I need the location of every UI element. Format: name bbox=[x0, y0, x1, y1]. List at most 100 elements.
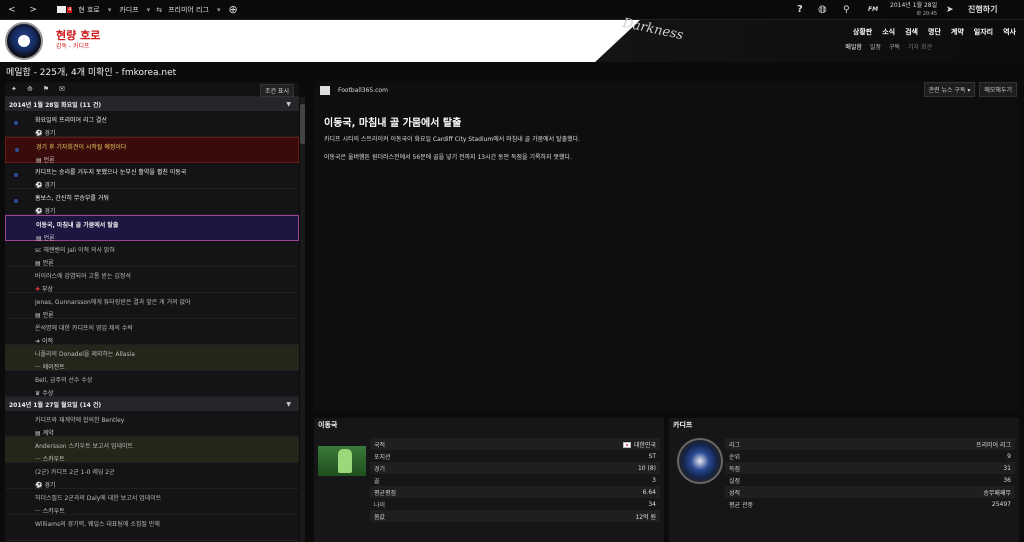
list-item[interactable]: 허더스필드 2군과의 Daly에 대한 보고서 업데이트 ··· 스카우트 bbox=[5, 489, 299, 515]
message-title: Andersson 스카우트 보고서 업데이트 bbox=[35, 443, 134, 450]
message-title: (2군) 카디프 2군 1-0 레딩 2군 bbox=[35, 469, 115, 476]
message-type: ⚽ 경기 bbox=[35, 482, 56, 489]
player-photo[interactable] bbox=[318, 446, 366, 476]
stat-row: 골3 bbox=[374, 476, 656, 485]
list-item[interactable]: Bell, 금주의 선수 수상 ♛ 수상 bbox=[5, 371, 299, 397]
list-item[interactable]: Jenas, Gunnarsson에게 튜터링받은 결과 앞은 게 거의 없어 … bbox=[5, 293, 299, 319]
message-title: 허더스필드 2군과의 Daly에 대한 보고서 업데이트 bbox=[35, 495, 162, 502]
list-item[interactable]: 화요일의 프리미어 리그 결산 ⚽ 경기 bbox=[5, 111, 299, 137]
mark-read-icon[interactable]: ✦ bbox=[11, 85, 17, 93]
nav-news[interactable]: 소식 bbox=[882, 27, 895, 37]
message-type: ··· 스카우트 bbox=[35, 456, 65, 463]
message-type: ··· 스카우트 bbox=[35, 508, 65, 515]
nav-squad[interactable]: 명단 bbox=[928, 27, 941, 37]
stat-row: 나이 34 bbox=[374, 500, 656, 509]
message-title: 나폴리의 Donadel을 제외하는 Allasia bbox=[35, 351, 135, 358]
list-item[interactable]: Andersson 스카우트 보고서 업데이트 ··· 스카우트 bbox=[5, 437, 299, 463]
message-type: ⚽ 경기 bbox=[35, 182, 56, 189]
nav-history[interactable]: 역사 bbox=[1003, 27, 1016, 37]
fm-menu[interactable]: FM bbox=[868, 0, 878, 20]
world-icon[interactable]: ◍ bbox=[818, 0, 827, 20]
message-type: ··· 에이전트 bbox=[35, 364, 65, 371]
chevron-down-icon[interactable]: ▾ bbox=[108, 0, 112, 20]
sort-icon[interactable]: ⟰ bbox=[27, 85, 33, 93]
play-icon[interactable]: ➤ bbox=[946, 0, 954, 20]
player-card-title[interactable]: 이동국 bbox=[314, 418, 664, 432]
unread-dot bbox=[15, 148, 19, 152]
list-item[interactable]: 카디프는 승리를 거두지 못했으나 눈부신 활약을 펼친 이동국 ⚽ 경기 bbox=[5, 163, 299, 189]
stat-row: 평균평점 6.64 bbox=[370, 486, 660, 498]
swap-icon: ⇆ bbox=[156, 5, 163, 14]
club-card: 카디프 리그 프리미어 리그 순위 9 득점 31 실점 36 성적 승무패패무 평균 관… bbox=[669, 418, 1019, 542]
nav-contract[interactable]: 계약 bbox=[951, 27, 964, 37]
forward-button[interactable]: > bbox=[30, 0, 38, 20]
list-item[interactable]: 이동국, 마침내 골 가뭄에서 탈출 ▤ 언론 bbox=[5, 215, 299, 242]
date-group-header[interactable]: 2014년 1월 28일 화요일 (11 건) ▼ bbox=[5, 97, 299, 111]
message-title: 카디프와 재계약에 합의한 Bentley bbox=[35, 417, 125, 424]
message-type: ⚽ 경기 bbox=[35, 208, 56, 215]
globe-icon[interactable]: ⊕ bbox=[228, 0, 237, 20]
message-type: ✚ 부상 bbox=[35, 286, 53, 293]
article-source: Football365.com bbox=[338, 86, 388, 94]
list-item[interactable]: 나폴리의 Donadel을 제외하는 Allasia ··· 에이전트 bbox=[5, 345, 299, 371]
message-title: Williams의 경기력, 웨일스 대표팀에 소집될 만해 bbox=[35, 521, 160, 528]
home-link[interactable]: 현 호로 bbox=[78, 0, 100, 20]
stat-row: 포지션 ST bbox=[374, 452, 656, 461]
filter-button[interactable]: 조건 표시 bbox=[260, 84, 294, 97]
club-badge[interactable] bbox=[5, 22, 43, 60]
article-paragraph: 카디프 시티의 스트라이커 이동국이 화요일 Cardiff City Stad… bbox=[324, 136, 581, 143]
back-button[interactable]: < bbox=[8, 0, 16, 20]
game-clock: 2014년 1월 28일 화 20:45 bbox=[890, 0, 937, 20]
main-nav: 상황판 소식 검색 명단 계약 일자리 역사 bbox=[853, 27, 1016, 37]
memo-button[interactable]: 메모해두기 bbox=[979, 82, 1017, 97]
tab-schedule[interactable]: 일정 bbox=[870, 42, 881, 51]
message-type: ➜ 이적 bbox=[35, 338, 53, 345]
list-item[interactable]: 바이러스에 감염되어 고통 받는 김정석 ✚ 부상 bbox=[5, 267, 299, 293]
chevron-down-icon[interactable]: ▼ bbox=[286, 401, 291, 408]
newspaper-icon bbox=[320, 85, 330, 95]
search-icon[interactable]: ⚲ bbox=[843, 0, 850, 20]
inbox-toolbar: ✦ ⟰ ⚑ ✉ 조건 표시 bbox=[5, 82, 299, 97]
club-link[interactable]: 카디프 bbox=[119, 0, 138, 20]
club-card-title[interactable]: 카디프 bbox=[669, 418, 1019, 432]
list-item[interactable]: (2군) 카디프 2군 1-0 레딩 2군 ⚽ 경기 bbox=[5, 463, 299, 489]
stat-row: 리그 프리미어 리그 bbox=[725, 438, 1015, 450]
inbox-list: ✦ ⟰ ⚑ ✉ 조건 표시 2014년 1월 28일 화요일 (11 건) ▼ … bbox=[5, 82, 299, 542]
inbox-scrollbar-thumb[interactable] bbox=[300, 104, 305, 144]
list-item[interactable]: 카디프와 재계약에 합의한 Bentley ▤ 계약 bbox=[5, 411, 299, 437]
help-icon[interactable]: ? bbox=[797, 0, 803, 20]
page-title: 메일함 - 225개, 4개 미확인 - fmkorea.net bbox=[6, 68, 177, 78]
message-type: ♛ 수상 bbox=[35, 390, 54, 397]
list-item[interactable]: 온석명에 대한 카디프의 영입 제의 수락 ➜ 이적 bbox=[5, 319, 299, 345]
list-item[interactable]: sc 헤렌벤의 Jali 이적 의사 밝혀 ▤ 언론 bbox=[5, 241, 299, 267]
stat-row: 경기 10 (8) bbox=[370, 462, 660, 474]
flag-icon[interactable]: ⚑ bbox=[43, 85, 49, 93]
related-news-button[interactable]: 관련 뉴스 구독 ▾ bbox=[923, 82, 976, 97]
nav-dashboard[interactable]: 상황판 bbox=[853, 27, 872, 37]
tab-press-conference[interactable]: 기자 회견 bbox=[908, 42, 932, 51]
date-group-header[interactable]: 2014년 1월 27일 월요일 (14 건) ▼ bbox=[5, 397, 299, 411]
mail-badge: 4 bbox=[67, 6, 73, 13]
game-date: 2014년 1월 28일 bbox=[890, 2, 938, 9]
chevron-down-icon[interactable]: ▼ bbox=[286, 101, 291, 108]
club-badge[interactable] bbox=[677, 438, 723, 484]
mail-icon[interactable]: ✉ bbox=[59, 85, 65, 93]
competition-link[interactable]: 프리미어 리그 bbox=[168, 0, 209, 20]
chevron-down-icon[interactable]: ▾ bbox=[147, 0, 151, 20]
continue-button[interactable]: 진행하기 bbox=[968, 0, 997, 20]
unread-dot bbox=[14, 173, 18, 177]
chevron-down-icon[interactable]: ▾ bbox=[217, 0, 221, 20]
article-paragraph: 이동국은 울버햄튼 원더러스전에서 56분에 골을 넣기 전까지 13시간 동안… bbox=[324, 154, 572, 161]
tab-subscriptions[interactable]: 구독 bbox=[889, 42, 900, 51]
message-title: 이동국, 마침내 골 가뭄에서 탈출 bbox=[36, 222, 119, 229]
list-item[interactable]: Williams의 경기력, 웨일스 대표팀에 소집될 만해 bbox=[5, 515, 299, 541]
article-headline: 이동국, 마침내 골 가뭄에서 탈출 bbox=[324, 118, 462, 129]
nav-jobs[interactable]: 일자리 bbox=[974, 27, 993, 37]
list-item[interactable]: 홈보스, 간신히 무승부를 거둬 ⚽ 경기 bbox=[5, 189, 299, 215]
list-item[interactable]: 경기 후 기자회견이 시작될 예정이다 ▤ 언론 bbox=[5, 137, 299, 164]
tab-inbox[interactable]: 메일함 bbox=[845, 42, 862, 51]
mail-icon[interactable]: 4 bbox=[57, 0, 73, 20]
message-title: 경기 후 기자회견이 시작될 예정이다 bbox=[36, 144, 127, 151]
nav-search[interactable]: 검색 bbox=[905, 27, 918, 37]
inbox-scrollbar-track[interactable] bbox=[300, 97, 305, 542]
